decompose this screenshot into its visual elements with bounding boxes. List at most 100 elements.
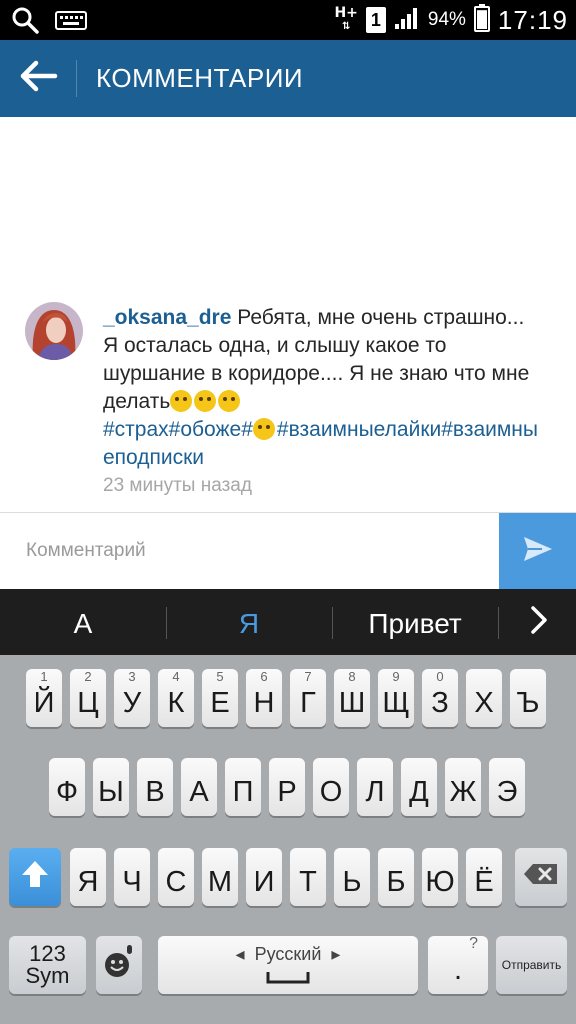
letter-key[interactable]: Д bbox=[401, 758, 437, 816]
key-number-hint: 7 bbox=[304, 669, 312, 684]
app-bar-divider bbox=[76, 60, 77, 97]
keyboard: 1Й2Ц3У4К5Е6Н7Г8Ш9Щ0ЗХЪ ФЫВАПРОЛДЖЭ ЯЧСМИ… bbox=[0, 655, 576, 1024]
emoji-key[interactable] bbox=[96, 936, 142, 994]
suggestion-bar: А Я Привет bbox=[0, 589, 576, 655]
key-label: Щ bbox=[382, 687, 410, 719]
letter-key[interactable]: Ю bbox=[422, 848, 458, 906]
key-number-hint: 6 bbox=[260, 669, 268, 684]
letter-key[interactable]: С bbox=[158, 848, 194, 906]
send-key-label: Отправить bbox=[501, 958, 562, 972]
space-key[interactable]: ◂ Русский ▸ bbox=[158, 936, 418, 994]
comment-input-row bbox=[0, 512, 576, 589]
app-bar: КОММЕНТАРИИ bbox=[0, 40, 576, 117]
smiley-icon bbox=[104, 944, 134, 986]
letter-key[interactable]: Я bbox=[70, 848, 106, 906]
key-label: Ж bbox=[449, 776, 477, 808]
key-label: Б bbox=[386, 866, 406, 898]
letter-key[interactable]: Р bbox=[269, 758, 305, 816]
send-key[interactable]: Отправить bbox=[496, 936, 567, 994]
letter-key[interactable]: Ё bbox=[466, 848, 502, 906]
letter-key[interactable]: Ы bbox=[93, 758, 129, 816]
back-button[interactable] bbox=[0, 40, 76, 117]
key-number-hint: 1 bbox=[40, 669, 48, 684]
key-label: Ч bbox=[122, 866, 142, 898]
letter-key[interactable]: 9Щ bbox=[378, 669, 414, 727]
backspace-key[interactable] bbox=[515, 848, 567, 906]
key-label: К bbox=[167, 687, 185, 719]
key-label: У bbox=[122, 687, 142, 719]
letter-key[interactable]: Ь bbox=[334, 848, 370, 906]
letter-key[interactable]: 2Ц bbox=[70, 669, 106, 727]
symbols-key-line1: 123 bbox=[29, 941, 66, 966]
letter-key[interactable]: О bbox=[313, 758, 349, 816]
emoji-icon bbox=[218, 390, 241, 412]
letter-key[interactable]: 7Г bbox=[290, 669, 326, 727]
letter-key[interactable]: Б bbox=[378, 848, 414, 906]
search-icon bbox=[10, 5, 40, 40]
key-label: Й bbox=[33, 687, 55, 719]
letter-key[interactable]: В bbox=[137, 758, 173, 816]
emoji-icon bbox=[170, 390, 193, 412]
hashtag-link[interactable]: #страх#обоже# bbox=[103, 418, 253, 441]
comment-username[interactable]: _oksana_dre bbox=[103, 306, 231, 329]
comment-input[interactable] bbox=[0, 513, 499, 589]
key-label: Н bbox=[253, 687, 275, 719]
battery-percent: 94% bbox=[427, 9, 466, 30]
letter-key[interactable]: А bbox=[181, 758, 217, 816]
letter-key[interactable]: Ф bbox=[49, 758, 85, 816]
letter-key[interactable]: 5Е bbox=[202, 669, 238, 727]
letter-key[interactable]: Ж bbox=[445, 758, 481, 816]
period-key[interactable]: ? . bbox=[428, 936, 488, 994]
letter-key[interactable]: Х bbox=[466, 669, 502, 727]
emoji-icon bbox=[252, 418, 275, 440]
key-number-hint: 0 bbox=[436, 669, 444, 684]
arrow-left-icon bbox=[18, 60, 58, 97]
key-label: Е bbox=[210, 687, 230, 719]
letter-key[interactable]: И bbox=[246, 848, 282, 906]
letter-key[interactable]: Э bbox=[489, 758, 525, 816]
key-label: Ъ bbox=[516, 687, 540, 719]
sim-indicator: 1 bbox=[365, 7, 386, 33]
letter-key[interactable]: 1Й bbox=[26, 669, 62, 727]
key-label: О bbox=[319, 776, 343, 808]
letter-key[interactable]: М bbox=[202, 848, 238, 906]
comment-timestamp: 23 минуты назад bbox=[103, 475, 252, 496]
letter-key[interactable]: Л bbox=[357, 758, 393, 816]
key-label: Р bbox=[277, 776, 297, 808]
key-label: З bbox=[431, 687, 449, 719]
letter-key[interactable]: Ъ bbox=[510, 669, 546, 727]
suggestion-item[interactable]: А bbox=[0, 589, 166, 655]
more-suggestions-button[interactable] bbox=[502, 589, 576, 655]
avatar[interactable] bbox=[25, 302, 83, 360]
comment-text: _oksana_dre Ребята, мне очень страшно...… bbox=[103, 304, 543, 472]
letter-key[interactable]: Ч bbox=[114, 848, 150, 906]
suggestion-item-highlighted[interactable]: Я bbox=[166, 589, 332, 655]
send-icon bbox=[522, 535, 554, 568]
symbols-key[interactable]: 123 Sym bbox=[9, 936, 86, 994]
key-label: В bbox=[145, 776, 165, 808]
page-title: КОММЕНТАРИИ bbox=[96, 63, 304, 93]
key-label: Ё bbox=[474, 866, 494, 898]
battery-icon bbox=[473, 3, 490, 37]
letter-key[interactable]: П bbox=[225, 758, 261, 816]
network-type: H+ ⇅ bbox=[334, 5, 358, 32]
letter-key[interactable]: 3У bbox=[114, 669, 150, 727]
status-bar: H+ ⇅ 1 94% 17:19 bbox=[0, 0, 576, 40]
key-number-hint: 8 bbox=[348, 669, 356, 684]
suggestion-item[interactable]: Привет bbox=[332, 589, 498, 655]
key-label: Ф bbox=[55, 776, 79, 808]
key-label: Э bbox=[496, 776, 518, 808]
shift-key[interactable] bbox=[9, 848, 61, 906]
key-label: Ц bbox=[77, 687, 99, 719]
letter-key[interactable]: 8Ш bbox=[334, 669, 370, 727]
letter-key[interactable]: 4К bbox=[158, 669, 194, 727]
shift-arrow-icon bbox=[20, 859, 50, 896]
backspace-icon bbox=[523, 861, 559, 893]
key-label: Л bbox=[365, 776, 385, 808]
letter-key[interactable]: 0З bbox=[422, 669, 458, 727]
emoji-icon bbox=[194, 390, 217, 412]
send-button[interactable] bbox=[499, 513, 576, 589]
letter-key[interactable]: 6Н bbox=[246, 669, 282, 727]
key-label: Ю bbox=[425, 866, 455, 898]
letter-key[interactable]: Т bbox=[290, 848, 326, 906]
